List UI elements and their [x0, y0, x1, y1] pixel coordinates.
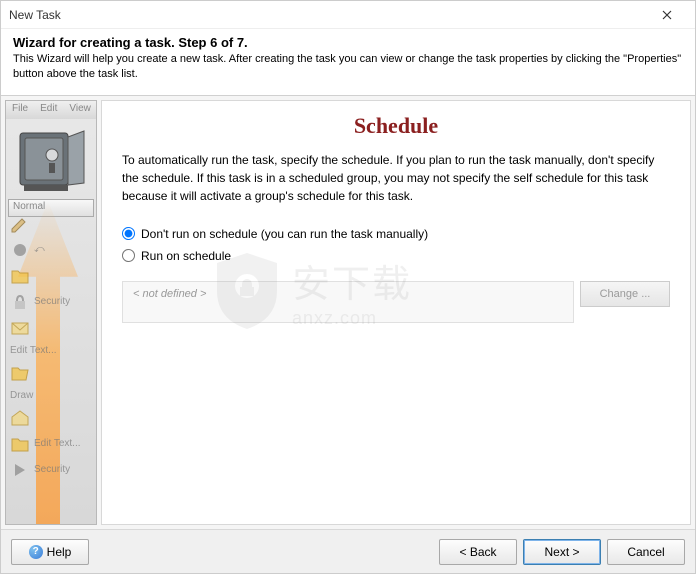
help-button[interactable]: ? Help	[11, 539, 89, 565]
sidebar-fake-toolbar: ⤺ Security Edit Text... Draw Edit Text..…	[6, 211, 96, 483]
content-panel: Schedule To automatically run the task, …	[101, 100, 691, 525]
sidebar-illustration: File Edit View Normal ⤺ Security Edit	[5, 100, 97, 525]
wizard-body: File Edit View Normal ⤺ Security Edit	[1, 96, 695, 529]
wizard-description: This Wizard will help you create a new t…	[13, 52, 683, 83]
change-button: Change ...	[580, 281, 670, 307]
schedule-text-display: < not defined >	[122, 281, 574, 323]
help-icon: ?	[29, 545, 43, 559]
close-button[interactable]	[647, 1, 687, 29]
folder-icon	[10, 435, 30, 453]
folder-icon	[10, 267, 30, 285]
mail-icon	[10, 319, 30, 337]
radio-dont-run[interactable]: Don't run on schedule (you can run the t…	[122, 223, 670, 245]
tool-icon	[10, 241, 30, 259]
wizard-header: Wizard for creating a task. Step 6 of 7.…	[1, 29, 695, 96]
back-button[interactable]: < Back	[439, 539, 517, 565]
radio-run[interactable]: Run on schedule	[122, 245, 670, 267]
radio-run-input[interactable]	[122, 249, 135, 262]
mail-open-icon	[10, 409, 30, 427]
folder-open-icon	[10, 364, 30, 382]
close-icon	[662, 10, 672, 20]
wizard-title: Wizard for creating a task. Step 6 of 7.	[13, 35, 683, 50]
page-description: To automatically run the task, specify t…	[122, 151, 670, 205]
play-icon	[10, 461, 30, 479]
wizard-window: New Task Wizard for creating a task. Ste…	[0, 0, 696, 574]
radio-run-label: Run on schedule	[141, 249, 231, 263]
sidebar-fake-menu: File Edit View	[6, 101, 96, 119]
wizard-footer: ? Help < Back Next > Cancel	[1, 529, 695, 573]
radio-dont-run-input[interactable]	[122, 227, 135, 240]
page-title: Schedule	[122, 113, 670, 139]
radio-dont-run-label: Don't run on schedule (you can run the t…	[141, 227, 428, 241]
cancel-button[interactable]: Cancel	[607, 539, 685, 565]
next-button[interactable]: Next >	[523, 539, 601, 565]
titlebar: New Task	[1, 1, 695, 29]
pencil-icon	[10, 215, 30, 233]
schedule-radio-group: Don't run on schedule (you can run the t…	[122, 223, 670, 267]
safe-icon	[16, 125, 88, 197]
schedule-definition-row: < not defined > Change ...	[122, 281, 670, 323]
lock-icon	[10, 293, 30, 311]
window-title: New Task	[9, 8, 647, 22]
